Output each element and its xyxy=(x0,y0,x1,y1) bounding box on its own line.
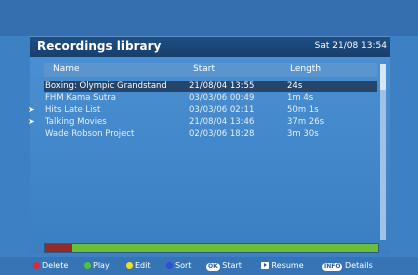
recording-length: 50m 1s xyxy=(287,105,319,115)
recording-name: Wade Robson Project xyxy=(45,129,135,139)
resume-label: Resume xyxy=(271,261,304,270)
recording-name: Boxing: Olympic Grandstand xyxy=(45,81,167,91)
info-key-icon: INFO xyxy=(322,263,343,271)
start-label: Start xyxy=(222,261,242,270)
date-time: Sat 21/08 13:54 xyxy=(314,41,387,51)
column-header: Name Start Length xyxy=(44,63,377,77)
recording-name: Hits Late List xyxy=(45,105,101,115)
resume-button[interactable]: Resume xyxy=(261,261,304,270)
recording-length: 3m 30s xyxy=(287,129,319,139)
arrow-icon: ➤ xyxy=(28,117,35,126)
recording-row[interactable]: Boxing: Olympic Grandstand 21/08/04 13:5… xyxy=(44,81,377,92)
sort-label: Sort xyxy=(175,261,192,270)
recording-start: 21/08/04 13:46 xyxy=(189,117,255,127)
blue-button-icon xyxy=(166,262,173,269)
arrow-icon: ➤ xyxy=(28,105,35,114)
recording-name: Talking Movies xyxy=(45,117,107,127)
recording-length: 37m 26s xyxy=(287,117,325,127)
delete-label: Delete xyxy=(42,261,69,270)
scrollbar[interactable] xyxy=(380,64,386,240)
play-label: Play xyxy=(93,261,110,270)
details-button[interactable]: INFO Details xyxy=(322,261,373,271)
recordings-panel: Name Start Length Boxing: Olympic Grands… xyxy=(28,57,390,254)
green-button-icon xyxy=(84,262,91,269)
recording-row[interactable]: ➤ Talking Movies 21/08/04 13:46 37m 26s xyxy=(28,117,377,128)
edit-button[interactable]: Edit xyxy=(126,261,151,270)
column-start[interactable]: Start xyxy=(193,64,215,74)
recording-row[interactable]: Wade Robson Project 02/03/06 18:28 3m 30… xyxy=(44,129,377,140)
edit-label: Edit xyxy=(135,261,151,270)
yellow-button-icon xyxy=(126,262,133,269)
top-band xyxy=(0,0,418,36)
sort-button[interactable]: Sort xyxy=(166,261,191,270)
start-button[interactable]: OK Start xyxy=(206,261,242,271)
recording-length: 24s xyxy=(287,81,303,91)
storage-used xyxy=(45,244,72,252)
page-title: Recordings library xyxy=(37,39,162,53)
delete-button[interactable]: Delete xyxy=(33,261,68,270)
ok-key-icon: OK xyxy=(206,263,220,271)
recording-start: 03/03/06 00:49 xyxy=(189,93,255,103)
recording-start: 21/08/04 13:55 xyxy=(189,81,255,91)
recording-start: 03/03/06 02:11 xyxy=(189,105,255,115)
play-key-icon xyxy=(261,262,269,269)
column-length[interactable]: Length xyxy=(290,64,321,74)
scrollbar-thumb[interactable] xyxy=(380,64,386,90)
column-name[interactable]: Name xyxy=(53,64,80,74)
recording-start: 02/03/06 18:28 xyxy=(189,129,255,139)
recording-row[interactable]: FHM Kama Sutra 03/03/06 00:49 1m 4s xyxy=(44,93,377,104)
title-bar: Recordings library Sat 21/08 13:54 xyxy=(30,36,390,57)
red-button-icon xyxy=(33,262,40,269)
recording-name: FHM Kama Sutra xyxy=(45,93,116,103)
details-label: Details xyxy=(345,261,373,270)
footer-legend: Delete Play Edit Sort OK Start Resume IN… xyxy=(0,257,418,275)
recording-length: 1m 4s xyxy=(287,93,314,103)
play-button[interactable]: Play xyxy=(84,261,110,270)
storage-bar xyxy=(44,243,379,253)
recording-row[interactable]: ➤ Hits Late List 03/03/06 02:11 50m 1s xyxy=(28,105,377,116)
